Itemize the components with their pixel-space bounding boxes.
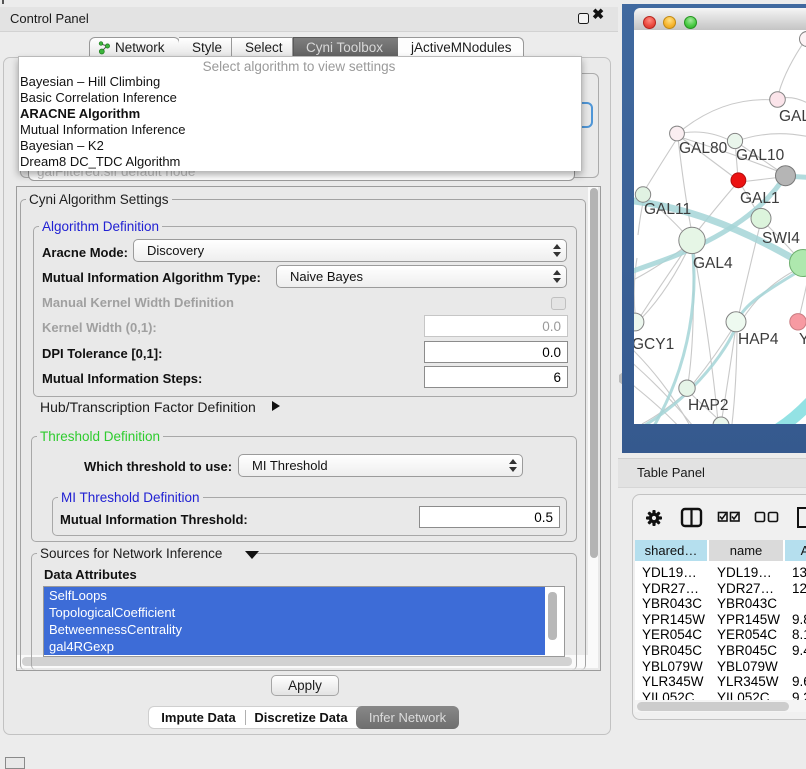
svg-text:HAP2: HAP2 <box>688 397 729 414</box>
svg-text:GAL80: GAL80 <box>679 140 728 157</box>
svg-text:GAL11: GAL11 <box>644 201 691 218</box>
svg-text:Y: Y <box>799 331 806 348</box>
svg-text:GAL4: GAL4 <box>693 255 733 272</box>
svg-text:GAL1: GAL1 <box>740 190 780 207</box>
svg-text:GAL10: GAL10 <box>736 147 785 164</box>
svg-text:SWI4: SWI4 <box>762 230 800 247</box>
svg-text:GCY1: GCY1 <box>634 336 674 353</box>
svg-text:HAP4: HAP4 <box>738 331 779 348</box>
svg-text:GAL2: GAL2 <box>779 108 806 125</box>
